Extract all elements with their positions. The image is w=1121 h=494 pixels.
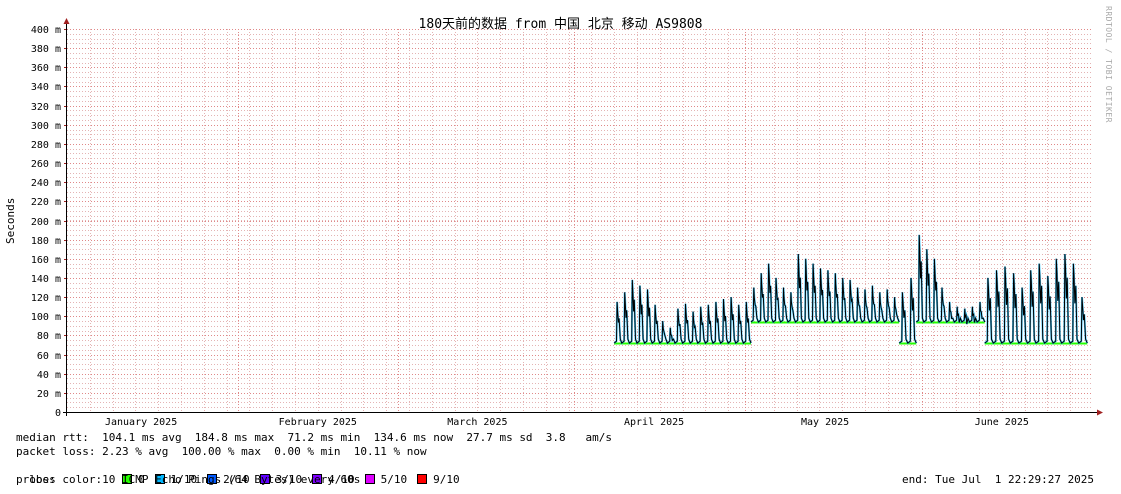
chart-data-layer bbox=[613, 234, 1089, 345]
y-tick-label: 0 bbox=[55, 408, 61, 419]
x-tick-label: April 2025 bbox=[624, 417, 684, 428]
y-tick-label: 380 m bbox=[31, 44, 61, 55]
x-tick-label: February 2025 bbox=[279, 417, 357, 428]
loss-legend-label: 5/10 bbox=[380, 473, 408, 486]
probe-line: probe: 10 ICMP Echo Pings (64 Bytes) eve… bbox=[16, 473, 361, 486]
y-tick-label: 140 m bbox=[31, 274, 61, 285]
y-tick-label: 60 m bbox=[37, 351, 61, 362]
y-tick-label: 340 m bbox=[31, 82, 61, 93]
chart-title: 180天前的数据 from 中国 北京 移动 AS9808 bbox=[418, 17, 703, 32]
x-tick-label: June 2025 bbox=[975, 417, 1029, 428]
median-rtt-line: median rtt: 104.1 ms avg 184.8 ms max 71… bbox=[16, 431, 613, 444]
y-tick-label: 240 m bbox=[31, 178, 61, 189]
y-tick-label: 40 m bbox=[37, 370, 61, 381]
rrdtool-watermark: RRDTOOL / TOBI OETIKER bbox=[1104, 6, 1113, 123]
y-axis-label: Seconds bbox=[4, 197, 17, 244]
chart-grid bbox=[67, 29, 1093, 412]
loss-swatch bbox=[364, 474, 375, 484]
y-tick-label: 360 m bbox=[31, 63, 61, 74]
end-timestamp: end: Tue Jul 1 22:29:27 2025 bbox=[902, 473, 1095, 486]
y-tick-label: 120 m bbox=[31, 293, 61, 304]
x-tick-label: March 2025 bbox=[447, 417, 507, 428]
y-tick-label: 160 m bbox=[31, 255, 61, 266]
y-tick-label: 260 m bbox=[31, 159, 61, 170]
y-tick-label: 300 m bbox=[31, 121, 61, 132]
y-tick-label: 100 m bbox=[31, 312, 61, 323]
x-tick-label: January 2025 bbox=[105, 417, 177, 428]
rtt-spread-band bbox=[750, 253, 901, 324]
loss-legend-label: 9/10 bbox=[433, 473, 460, 486]
chart-axes: 0 20 m 40 m 60 m 80 m 100 m 120 m 140 m 160 m 180… bbox=[31, 18, 1103, 428]
median-rtt-line-series bbox=[915, 234, 986, 325]
y-tick-label: 80 m bbox=[37, 331, 61, 342]
packet-loss-line: packet loss: 2.23 % avg 100.00 % max 0.0… bbox=[16, 445, 427, 458]
y-tick-label: 180 m bbox=[31, 236, 61, 247]
y-tick-label: 320 m bbox=[31, 102, 61, 113]
loss-swatch bbox=[417, 474, 428, 484]
y-tick-label: 20 m bbox=[37, 389, 61, 400]
x-axis-arrow bbox=[1097, 409, 1103, 416]
median-rtt-line-series bbox=[750, 253, 900, 323]
x-tick-label: May 2025 bbox=[801, 417, 849, 428]
y-tick-label: 280 m bbox=[31, 140, 61, 151]
chart-svg: 0 20 m 40 m 60 m 80 m 100 m 120 m 140 m 160 m 180… bbox=[31, 18, 1103, 428]
loss-legend-item: 5/10 bbox=[364, 473, 408, 486]
loss-legend-item: 9/10 bbox=[417, 473, 460, 486]
y-tick-label: 200 m bbox=[31, 217, 61, 228]
y-tick-label: 220 m bbox=[31, 197, 61, 208]
